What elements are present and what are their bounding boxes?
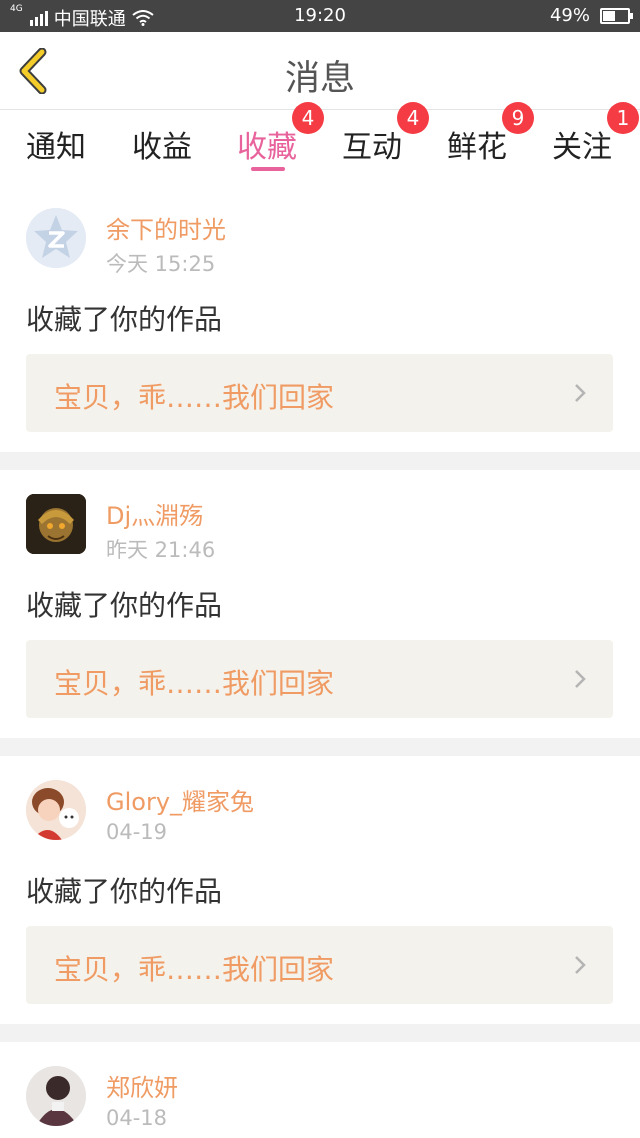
work-link[interactable]: 宝贝，乖……我们回家 <box>26 640 613 718</box>
tab-earnings[interactable]: 收益 <box>112 110 212 190</box>
username[interactable]: Glory_耀家兔 <box>106 782 254 817</box>
work-title: 宝贝，乖……我们回家 <box>54 953 335 986</box>
tab-label: 收益 <box>132 130 192 165</box>
chevron-right-icon <box>575 670 586 688</box>
message-list: 余下的时光 今天 15:25 收藏了你的作品 宝贝，乖……我们回家 Dj灬淵殇 … <box>0 190 640 1138</box>
action-text: 收藏了你的作品 <box>26 303 223 336</box>
battery-percent: 49% <box>549 5 590 26</box>
separator <box>0 738 640 756</box>
tab-notifications[interactable]: 通知 <box>6 110 106 190</box>
avatar[interactable] <box>26 780 86 840</box>
work-link[interactable]: 宝贝，乖……我们回家 <box>26 354 613 432</box>
battery-icon <box>600 7 633 24</box>
tab-bar: 通知 收益 收藏 4 互动 4 鲜花 9 关注 1 <box>0 102 640 190</box>
chevron-right-icon <box>575 956 586 974</box>
tab-label: 通知 <box>26 130 86 165</box>
work-title: 宝贝，乖……我们回家 <box>54 667 335 700</box>
clock: 19:20 <box>294 5 346 26</box>
tab-badge: 9 <box>502 102 534 134</box>
page-title: 消息 <box>284 59 355 99</box>
separator <box>0 452 640 470</box>
chevron-right-icon <box>575 384 586 402</box>
tab-favorites[interactable]: 收藏 4 <box>217 102 324 190</box>
chevron-left-icon <box>19 47 47 95</box>
tab-badge: 1 <box>607 102 639 134</box>
active-tab-indicator <box>251 167 285 171</box>
list-item: 郑欣妍 04-18 <box>0 1042 640 1138</box>
status-bar: 4G 中国联通 19:20 49% <box>0 0 640 32</box>
action-text: 收藏了你的作品 <box>26 589 223 622</box>
list-item: 余下的时光 今天 15:25 收藏了你的作品 宝贝，乖……我们回家 <box>0 190 640 452</box>
tab-badge: 4 <box>397 102 429 134</box>
list-item: Glory_耀家兔 04-19 收藏了你的作品 宝贝，乖……我们回家 <box>0 756 640 1024</box>
work-link[interactable]: 宝贝，乖……我们回家 <box>26 926 613 1004</box>
username[interactable]: Dj灬淵殇 <box>106 496 203 531</box>
warrior-avatar-image <box>26 494 86 554</box>
status-right: 49% <box>549 5 633 26</box>
timestamp: 04-19 <box>106 820 168 844</box>
separator <box>0 1024 640 1042</box>
avatar[interactable] <box>26 208 86 268</box>
work-title: 宝贝，乖……我们回家 <box>54 381 335 414</box>
tab-interactions[interactable]: 互动 4 <box>322 102 429 190</box>
action-text: 收藏了你的作品 <box>26 875 223 908</box>
timestamp: 昨天 21:46 <box>106 538 216 562</box>
dark-figure-avatar-image <box>26 1066 86 1126</box>
avatar[interactable] <box>26 1066 86 1126</box>
girl-with-dog-avatar-image <box>26 780 86 840</box>
username[interactable]: 余下的时光 <box>106 210 226 245</box>
tab-follows[interactable]: 关注 1 <box>532 102 639 190</box>
nav-bar: 消息 <box>0 32 640 110</box>
avatar[interactable] <box>26 494 86 554</box>
tab-badge: 4 <box>292 102 324 134</box>
timestamp: 04-18 <box>106 1106 168 1130</box>
list-item: Dj灬淵殇 昨天 21:46 收藏了你的作品 宝贝，乖……我们回家 <box>0 470 640 738</box>
back-button[interactable] <box>14 47 54 95</box>
username[interactable]: 郑欣妍 <box>106 1068 178 1103</box>
timestamp: 今天 15:25 <box>106 252 216 276</box>
default-avatar-icon <box>26 208 86 268</box>
tab-flowers[interactable]: 鲜花 9 <box>427 102 534 190</box>
